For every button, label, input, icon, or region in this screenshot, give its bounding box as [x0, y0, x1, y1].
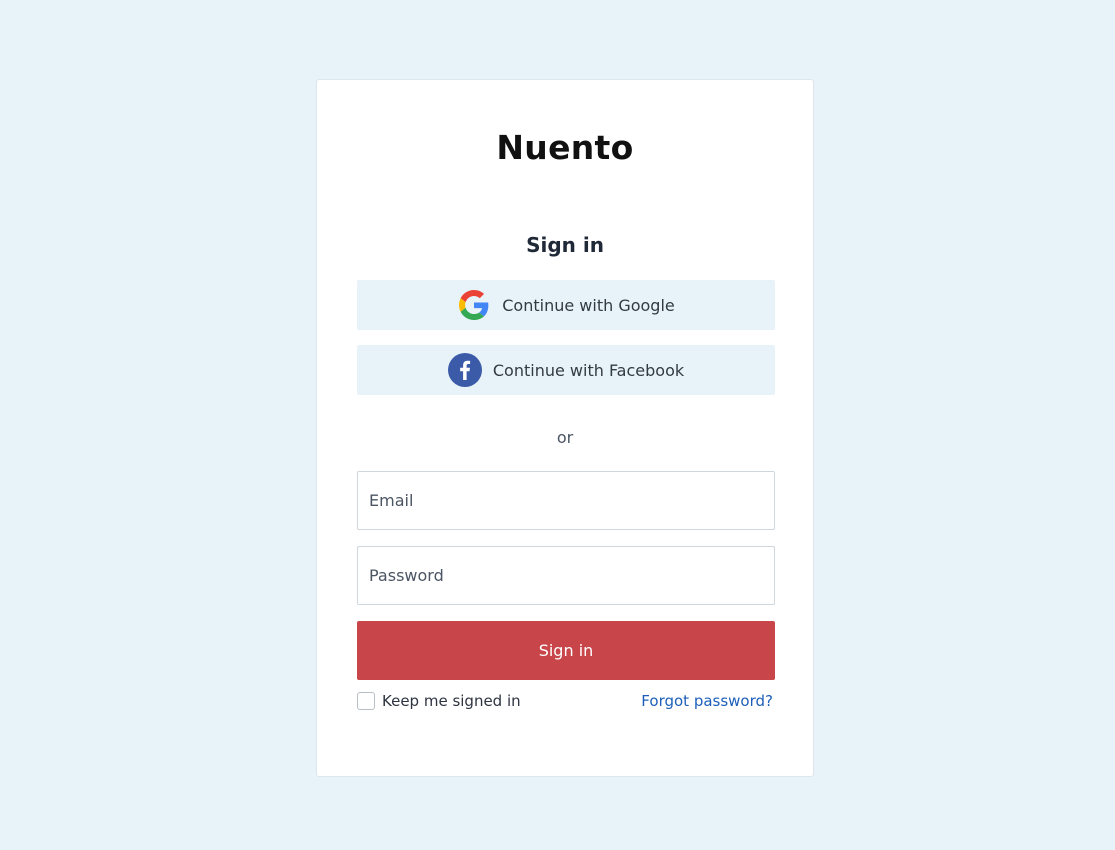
continue-with-facebook-button[interactable]: Continue with Facebook — [357, 345, 775, 395]
continue-with-google-button[interactable]: Continue with Google — [357, 280, 775, 330]
facebook-button-label: Continue with Facebook — [492, 360, 685, 380]
sign-in-button[interactable]: Sign in — [357, 621, 775, 680]
email-field[interactable] — [357, 471, 775, 530]
forgot-password-link[interactable]: Forgot password? — [641, 692, 773, 710]
google-icon — [457, 288, 491, 322]
google-button-label: Continue with Google — [502, 295, 675, 315]
facebook-icon — [447, 353, 482, 387]
signin-heading: Sign in — [526, 233, 604, 257]
keep-signed-in-option[interactable]: Keep me signed in — [357, 692, 521, 710]
keep-signed-in-label: Keep me signed in — [382, 692, 521, 710]
brand-logo-text: Nuento — [496, 128, 634, 167]
or-separator: or — [556, 428, 574, 447]
keep-signed-in-checkbox[interactable] — [357, 692, 375, 710]
password-field[interactable] — [357, 546, 775, 605]
signin-card: Nuento Sign in Continue with Google Cont… — [316, 79, 814, 777]
